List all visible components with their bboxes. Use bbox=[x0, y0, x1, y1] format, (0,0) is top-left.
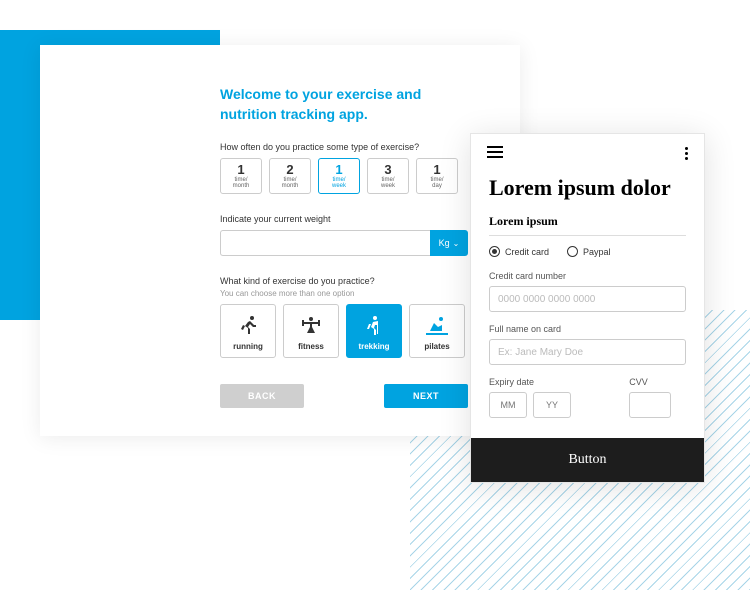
exercise-pilates[interactable]: pilates bbox=[409, 304, 465, 358]
submit-button[interactable]: Button bbox=[471, 438, 704, 482]
menu-icon[interactable] bbox=[487, 146, 503, 161]
card-title: Welcome to your exercise and nutrition t… bbox=[220, 85, 468, 124]
nav-buttons: BACK NEXT bbox=[220, 384, 468, 408]
expiry-label: Expiry date bbox=[489, 377, 625, 387]
freq-option-2-month[interactable]: 2 time/month bbox=[269, 158, 311, 194]
exercise-running[interactable]: running bbox=[220, 304, 276, 358]
cc-number-label: Credit card number bbox=[489, 271, 686, 281]
onboarding-card: Welcome to your exercise and nutrition t… bbox=[40, 45, 520, 436]
full-name-input[interactable] bbox=[489, 339, 686, 365]
full-name-label: Full name on card bbox=[489, 324, 686, 334]
more-icon[interactable] bbox=[685, 147, 688, 160]
unit-select-button[interactable]: Kg ⌄ bbox=[430, 230, 468, 256]
freq-option-1-week[interactable]: 1 time/week bbox=[318, 158, 360, 194]
freq-option-1-day[interactable]: 1 time/day bbox=[416, 158, 458, 194]
divider bbox=[489, 235, 686, 236]
pilates-icon bbox=[423, 312, 451, 340]
expiry-year-input[interactable] bbox=[533, 392, 571, 418]
expiry-month-input[interactable] bbox=[489, 392, 527, 418]
question-frequency: How often do you practice some type of e… bbox=[220, 142, 468, 152]
chevron-down-icon: ⌄ bbox=[453, 239, 460, 248]
radio-icon bbox=[567, 246, 578, 257]
trekking-icon bbox=[360, 312, 388, 340]
weight-input[interactable] bbox=[220, 230, 430, 256]
payment-card: Lorem ipsum dolor Lorem ipsum Credit car… bbox=[470, 133, 705, 483]
payment-title: Lorem ipsum dolor bbox=[489, 175, 686, 200]
payment-header bbox=[471, 134, 704, 173]
option-paypal[interactable]: Paypal bbox=[567, 246, 611, 257]
exercise-trekking[interactable]: trekking bbox=[346, 304, 402, 358]
fitness-icon bbox=[297, 312, 325, 340]
back-button[interactable]: BACK bbox=[220, 384, 304, 408]
next-button[interactable]: NEXT bbox=[384, 384, 468, 408]
radio-icon bbox=[489, 246, 500, 257]
cvv-label: CVV bbox=[629, 377, 686, 387]
question-exercise-sub: You can choose more than one option bbox=[220, 289, 468, 298]
exercise-options: running fitness trekking pilates bbox=[220, 304, 468, 358]
weight-row: Kg ⌄ bbox=[220, 230, 468, 256]
frequency-options: 1 time/month 2 time/month 1 time/week 3 … bbox=[220, 158, 468, 194]
question-exercise: What kind of exercise do you practice? bbox=[220, 276, 468, 286]
cc-number-input[interactable] bbox=[489, 286, 686, 312]
running-icon bbox=[234, 312, 262, 340]
cvv-input[interactable] bbox=[629, 392, 671, 418]
question-weight: Indicate your current weight bbox=[220, 214, 468, 224]
payment-method-options: Credit card Paypal bbox=[489, 246, 686, 257]
exercise-fitness[interactable]: fitness bbox=[283, 304, 339, 358]
freq-option-3-week[interactable]: 3 time/week bbox=[367, 158, 409, 194]
option-credit-card[interactable]: Credit card bbox=[489, 246, 549, 257]
freq-option-1-month[interactable]: 1 time/month bbox=[220, 158, 262, 194]
payment-subtitle: Lorem ipsum bbox=[489, 214, 686, 229]
